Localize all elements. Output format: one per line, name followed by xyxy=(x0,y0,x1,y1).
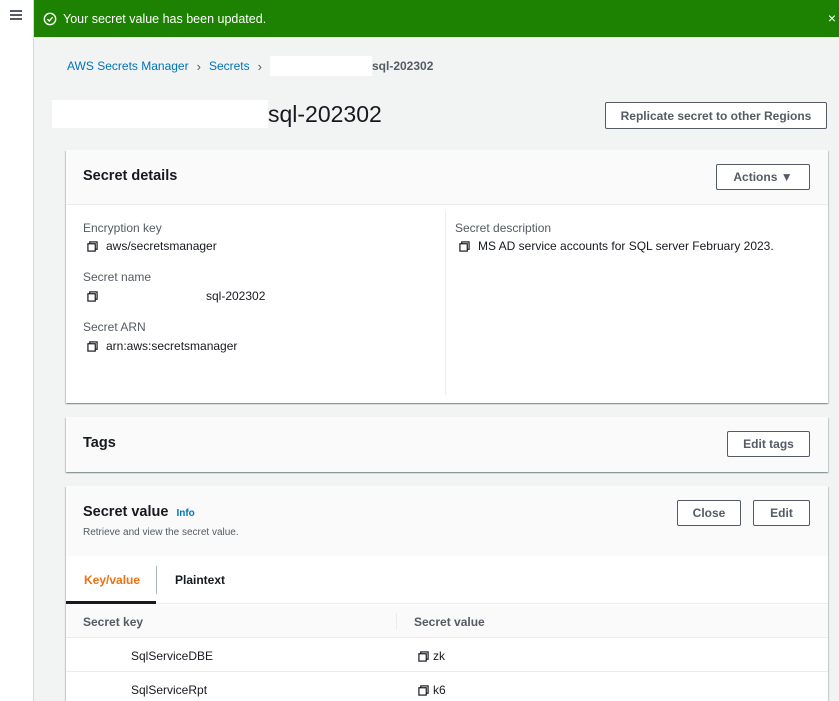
edit-tags-button[interactable]: Edit tags xyxy=(727,431,810,457)
secret-arn-value: arn:aws:secretsmanager xyxy=(87,339,237,353)
tab-bar: Key/value Plaintext xyxy=(66,556,828,604)
table-row: SqlServiceDBE zk xyxy=(66,638,828,672)
table-row: SqlServiceRpt k6 xyxy=(66,672,828,701)
secret-key-cell: SqlServiceDBE xyxy=(131,649,214,663)
breadcrumb: AWS Secrets Manager › Secrets › sql-2023… xyxy=(67,56,433,76)
active-tab-indicator xyxy=(66,601,156,604)
flash-message: Your secret value has been updated. xyxy=(63,11,267,26)
side-navigation-bar xyxy=(0,0,34,701)
chevron-right-icon: › xyxy=(257,58,262,74)
secret-value-panel: Secret value Info Retrieve and view the … xyxy=(66,486,828,701)
secret-value-text: zk xyxy=(433,649,445,663)
column-divider xyxy=(445,211,446,395)
secret-name-text: sql-202302 xyxy=(206,289,266,303)
menu-icon[interactable] xyxy=(10,10,22,20)
breadcrumb-secrets-manager[interactable]: AWS Secrets Manager xyxy=(67,59,189,73)
secret-arn-text: arn:aws:secretsmanager xyxy=(106,339,238,353)
success-flash-banner: Your secret value has been updated. × xyxy=(34,0,839,37)
tags-panel: Tags Edit tags xyxy=(66,417,828,472)
panel-subtitle: Retrieve and view the secret value. xyxy=(83,527,239,538)
secret-arn-label: Secret ARN xyxy=(83,320,146,334)
panel-title: Tags xyxy=(83,435,116,451)
secret-value-text: k6 xyxy=(433,683,446,697)
check-circle-icon xyxy=(43,12,57,25)
copy-icon[interactable] xyxy=(459,240,470,252)
secret-name-value: sql-202302 xyxy=(87,289,265,303)
panel-body: Encryption key aws/secretsmanager Secret… xyxy=(66,205,828,403)
copy-icon[interactable] xyxy=(87,290,98,302)
secret-name-label: Secret name xyxy=(83,270,152,284)
encryption-key-label: Encryption key xyxy=(83,221,162,235)
breadcrumb-current: sql-202302 xyxy=(371,59,434,73)
redacted-block xyxy=(52,100,268,128)
secret-description-text: MS AD service accounts for SQL server Fe… xyxy=(478,239,774,253)
secret-value-cell: zk xyxy=(418,649,445,663)
panel-title: Secret details xyxy=(83,168,178,184)
replicate-secret-button[interactable]: Replicate secret to other Regions xyxy=(605,102,827,129)
panel-header: Secret details Actions ▼ xyxy=(66,150,828,205)
redacted-block xyxy=(269,56,372,76)
actions-dropdown-button[interactable]: Actions ▼ xyxy=(716,164,810,190)
panel-header: Secret value Info Retrieve and view the … xyxy=(66,486,828,556)
copy-icon[interactable] xyxy=(418,650,429,662)
edit-button[interactable]: Edit xyxy=(753,500,810,526)
encryption-key-value: aws/secretsmanager xyxy=(87,239,217,253)
column-header-secret-key[interactable]: Secret key xyxy=(83,615,143,629)
close-icon[interactable]: × xyxy=(828,10,836,26)
panel-title: Secret value xyxy=(83,504,169,520)
copy-icon[interactable] xyxy=(87,240,98,252)
info-link[interactable]: Info xyxy=(176,508,194,519)
tab-divider xyxy=(156,566,157,594)
secret-description-value: MS AD service accounts for SQL server Fe… xyxy=(459,239,774,253)
tab-key-value[interactable]: Key/value xyxy=(84,573,140,587)
secret-key-cell: SqlServiceRpt xyxy=(131,683,208,697)
chevron-right-icon: › xyxy=(196,58,201,74)
page-header: sql-202302 xyxy=(52,100,382,128)
page-title: sql-202302 xyxy=(268,100,382,127)
close-button[interactable]: Close xyxy=(677,500,741,526)
secret-description-label: Secret description xyxy=(455,221,552,235)
column-divider xyxy=(396,613,397,630)
copy-icon[interactable] xyxy=(87,340,98,352)
table-header: Secret key Secret value xyxy=(66,605,828,638)
panel-header: Tags Edit tags xyxy=(66,417,828,472)
secret-details-panel: Secret details Actions ▼ Encryption key … xyxy=(66,150,828,403)
copy-icon[interactable] xyxy=(418,684,429,696)
column-header-secret-value[interactable]: Secret value xyxy=(414,615,485,629)
encryption-key-text: aws/secretsmanager xyxy=(106,239,217,253)
breadcrumb-secrets[interactable]: Secrets xyxy=(209,59,250,73)
secret-value-cell: k6 xyxy=(418,683,446,697)
tab-plaintext[interactable]: Plaintext xyxy=(175,573,225,587)
panel-title-row: Secret value Info xyxy=(83,504,195,520)
